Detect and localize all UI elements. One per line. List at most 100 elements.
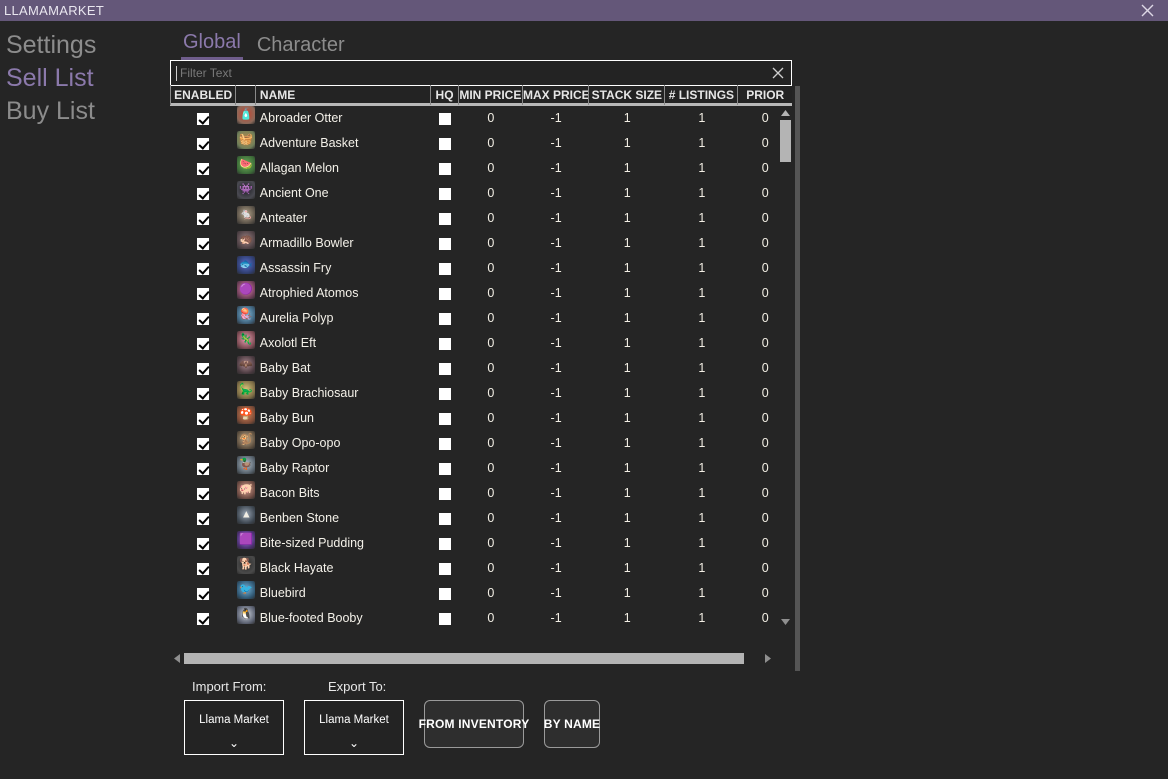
from-inventory-button[interactable]: FROM INVENTORY (419, 700, 529, 748)
hq-checkbox[interactable] (438, 562, 451, 575)
column-header-icon[interactable] (236, 84, 256, 105)
enabled-checkbox[interactable] (197, 262, 210, 275)
hq-checkbox[interactable] (438, 112, 451, 125)
hq-checkbox[interactable] (438, 487, 451, 500)
column-header-enabled[interactable]: ENABLED (170, 84, 237, 105)
table-row[interactable]: 🐁 Anteater 0 -1 1 1 0 (170, 206, 792, 231)
filter-input[interactable] (177, 66, 765, 80)
enabled-checkbox[interactable] (197, 512, 210, 525)
scroll-right-button[interactable] (761, 651, 775, 665)
table-row[interactable]: 🟣 Atrophied Atomos 0 -1 1 1 0 (170, 281, 792, 306)
hq-checkbox[interactable] (438, 362, 451, 375)
enabled-checkbox[interactable] (197, 412, 210, 425)
enabled-checkbox[interactable] (197, 237, 210, 250)
hq-checkbox[interactable] (438, 137, 451, 150)
column-header-max-price[interactable]: MAX PRICE (523, 84, 590, 105)
table-row[interactable]: 🍉 Allagan Melon 0 -1 1 1 0 (170, 156, 792, 181)
table-row[interactable]: 🐟 Assassin Fry 0 -1 1 1 0 (170, 256, 792, 281)
hq-checkbox[interactable] (438, 462, 451, 475)
column-header-prior[interactable]: PRIOR (738, 85, 792, 105)
enabled-checkbox[interactable] (197, 337, 210, 350)
export-target-dropdown[interactable]: Llama Market ⌄ (304, 700, 404, 755)
enabled-checkbox[interactable] (197, 212, 210, 225)
tab-global[interactable]: Global (181, 30, 243, 60)
enabled-checkbox[interactable] (197, 462, 210, 475)
scroll-thumb-vertical[interactable] (780, 120, 791, 162)
hq-checkbox[interactable] (438, 512, 451, 525)
by-name-button[interactable]: BY NAME (544, 700, 600, 748)
hq-checkbox[interactable] (438, 387, 451, 400)
hq-checkbox[interactable] (438, 162, 451, 175)
enabled-checkbox[interactable] (197, 162, 210, 175)
hq-checkbox[interactable] (438, 537, 451, 550)
enabled-checkbox[interactable] (197, 487, 210, 500)
export-to-label: Export To: (328, 679, 387, 694)
hq-checkbox[interactable] (438, 312, 451, 325)
enabled-checkbox[interactable] (197, 187, 210, 200)
enabled-checkbox[interactable] (197, 537, 210, 550)
sidebar-item-settings[interactable]: Settings (0, 29, 170, 62)
tab-character[interactable]: Character (255, 33, 347, 60)
hq-checkbox[interactable] (438, 437, 451, 450)
hq-checkbox[interactable] (438, 187, 451, 200)
sidebar-item-sell-list[interactable]: Sell List (0, 62, 170, 95)
column-header-name[interactable]: NAME (256, 84, 432, 105)
table-vertical-scrollbar[interactable] (779, 106, 792, 628)
import-source-dropdown[interactable]: Llama Market ⌄ (184, 700, 284, 755)
enabled-checkbox[interactable] (197, 362, 210, 375)
item-icon: 🐒 (237, 431, 256, 449)
scroll-down-button[interactable] (779, 615, 792, 628)
hq-checkbox[interactable] (438, 587, 451, 600)
row-listings-cell: 1 (698, 386, 706, 400)
table-row[interactable]: 🪼 Aurelia Polyp 0 -1 1 1 0 (170, 306, 792, 331)
scroll-up-button[interactable] (779, 106, 792, 119)
enabled-checkbox[interactable] (197, 612, 210, 625)
enabled-checkbox[interactable] (197, 437, 210, 450)
column-header-min-price[interactable]: MIN PRICE (459, 84, 524, 105)
column-header-listings[interactable]: # LISTINGS (665, 84, 739, 105)
enabled-checkbox[interactable] (197, 112, 210, 125)
table-row[interactable]: 🟪 Bite-sized Pudding 0 -1 1 1 0 (170, 531, 792, 556)
column-header-hq[interactable]: HQ (431, 84, 459, 105)
column-header-stack-size[interactable]: STACK SIZE (589, 84, 666, 105)
scroll-thumb-horizontal[interactable] (184, 652, 744, 664)
row-hq-cell (431, 506, 458, 531)
table-row[interactable]: 🐦 Bluebird 0 -1 1 1 0 (170, 581, 792, 606)
enabled-checkbox[interactable] (197, 387, 210, 400)
hq-checkbox[interactable] (438, 287, 451, 300)
table-row[interactable]: 🍄 Baby Bun 0 -1 1 1 0 (170, 406, 792, 431)
table-row[interactable]: 🦆 Baby Raptor 0 -1 1 1 0 (170, 456, 792, 481)
scroll-track-horizontal[interactable] (184, 652, 761, 664)
enabled-checkbox[interactable] (197, 137, 210, 150)
scroll-left-button[interactable] (170, 651, 184, 665)
sidebar-item-buy-list[interactable]: Buy List (0, 95, 170, 128)
enabled-checkbox[interactable] (197, 587, 210, 600)
table-row[interactable]: 🦎 Axolotl Eft 0 -1 1 1 0 (170, 331, 792, 356)
table-row[interactable]: 🦇 Baby Bat 0 -1 1 1 0 (170, 356, 792, 381)
hq-checkbox[interactable] (438, 337, 451, 350)
enabled-checkbox[interactable] (197, 287, 210, 300)
hq-checkbox[interactable] (438, 412, 451, 425)
table-row[interactable]: ▲ Benben Stone 0 -1 1 1 0 (170, 506, 792, 531)
table-row[interactable]: 🐖 Bacon Bits 0 -1 1 1 0 (170, 481, 792, 506)
table-horizontal-scrollbar[interactable] (170, 651, 775, 665)
hq-checkbox[interactable] (438, 262, 451, 275)
page-scrollbar[interactable] (795, 86, 800, 671)
close-icon (772, 67, 784, 79)
clear-filter-button[interactable] (765, 61, 791, 85)
enabled-checkbox[interactable] (197, 312, 210, 325)
table-row[interactable]: 🦔 Armadillo Bowler 0 -1 1 1 0 (170, 231, 792, 256)
hq-checkbox[interactable] (438, 212, 451, 225)
table-row[interactable]: 🐒 Baby Opo-opo 0 -1 1 1 0 (170, 431, 792, 456)
enabled-checkbox[interactable] (197, 562, 210, 575)
table-row[interactable]: 🧴 Abroader Otter 0 -1 1 1 0 (170, 106, 792, 131)
close-window-button[interactable] (1132, 0, 1162, 21)
hq-checkbox[interactable] (438, 612, 451, 625)
table-row[interactable]: 🧺 Adventure Basket 0 -1 1 1 0 (170, 131, 792, 156)
table-row[interactable]: 🐕 Black Hayate 0 -1 1 1 0 (170, 556, 792, 581)
hq-checkbox[interactable] (438, 237, 451, 250)
table-row[interactable]: 🐧 Blue-footed Booby 0 -1 1 1 0 (170, 606, 792, 628)
row-hq-cell (431, 156, 458, 181)
table-row[interactable]: 👾 Ancient One 0 -1 1 1 0 (170, 181, 792, 206)
table-row[interactable]: 🦕 Baby Brachiosaur 0 -1 1 1 0 (170, 381, 792, 406)
